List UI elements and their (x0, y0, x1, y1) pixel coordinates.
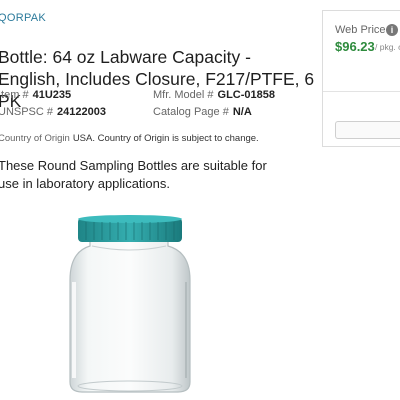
brand-link[interactable]: QORPAK (0, 12, 46, 24)
catalog-page-label: Catalog Page # (153, 106, 229, 118)
catalog-page-value: N/A (232, 106, 252, 118)
item-number-value: 41U235 (32, 89, 72, 101)
country-of-origin: Country of Origin USA. Country of Origin … (0, 133, 259, 144)
product-image (69, 215, 191, 393)
unspsc-label: UNSPSC # (0, 106, 54, 118)
web-price-label: Web Price (335, 24, 386, 36)
unspsc-value: 24122003 (57, 106, 106, 118)
price-unit: / pkg. o (375, 42, 400, 52)
origin-label: Country of Origin (0, 133, 70, 144)
price-value: $96.23 (335, 39, 375, 54)
mfr-model-label: Mfr. Model # (153, 89, 214, 101)
mfr-model-value: GLC-01858 (217, 89, 276, 101)
info-icon[interactable]: i (386, 24, 398, 36)
product-description: These Round Sampling Bottles are suitabl… (0, 158, 267, 191)
unspsc: UNSPSC #24122003 (0, 106, 106, 118)
product-title: Bottle: 64 oz Labware Capacity - English… (0, 46, 315, 111)
catalog-page: Catalog Page # N/A (153, 106, 252, 118)
mfr-model: Mfr. Model # GLC-01858 (153, 89, 275, 101)
price-panel: Web Price i $96.23 / pkg. o (322, 10, 400, 147)
item-number: Item #41U235 (0, 89, 71, 101)
teal-cap (78, 215, 182, 242)
panel-divider (323, 91, 400, 92)
glass-bottle (69, 239, 191, 393)
item-number-label: Item # (0, 89, 29, 101)
quantity-input[interactable] (335, 121, 400, 139)
origin-value: USA. Country of Origin is subject to cha… (72, 133, 259, 144)
